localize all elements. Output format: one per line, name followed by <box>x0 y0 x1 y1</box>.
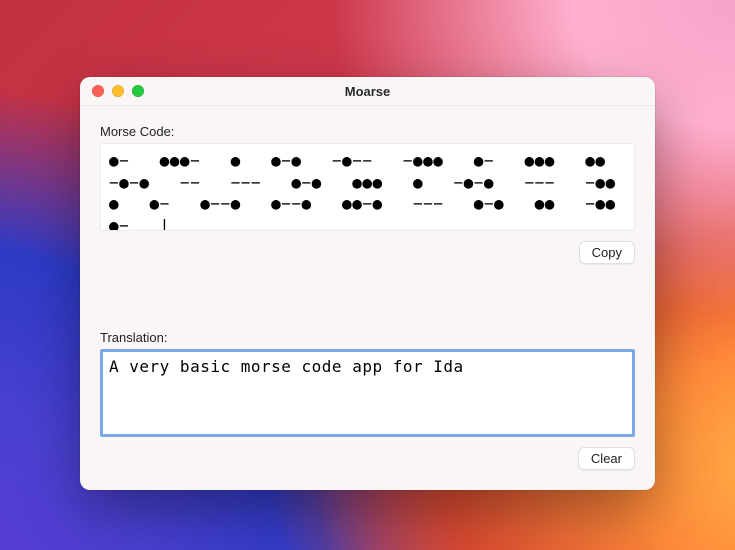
minimize-icon[interactable] <box>112 85 124 97</box>
window-title: Moarse <box>80 84 655 99</box>
traffic-lights <box>80 85 144 97</box>
window-content: Morse Code: Copy Translation: Clear <box>80 106 655 490</box>
morse-code-label: Morse Code: <box>100 124 635 139</box>
morse-code-input[interactable] <box>100 143 635 231</box>
copy-button[interactable]: Copy <box>579 241 635 264</box>
titlebar[interactable]: Moarse <box>80 77 655 106</box>
translation-label: Translation: <box>100 330 635 345</box>
app-window: Moarse Morse Code: Copy Translation: Cle… <box>80 77 655 490</box>
clear-button[interactable]: Clear <box>578 447 635 470</box>
zoom-icon[interactable] <box>132 85 144 97</box>
translation-input[interactable] <box>100 349 635 437</box>
close-icon[interactable] <box>92 85 104 97</box>
